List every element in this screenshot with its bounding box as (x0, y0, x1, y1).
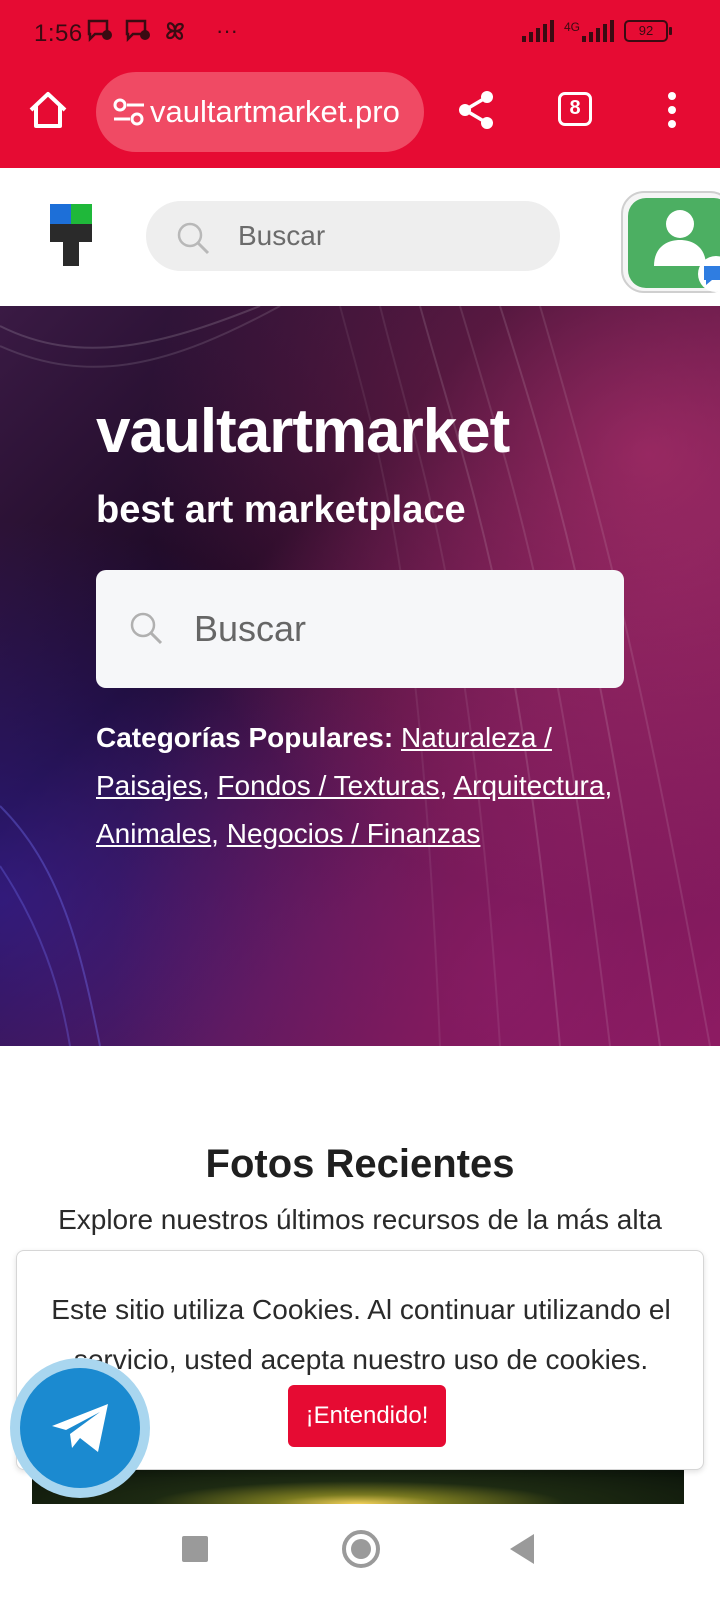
system-navigation-bar (0, 1504, 720, 1600)
back-button[interactable] (510, 1534, 534, 1564)
accept-cookies-button[interactable]: ¡Entendido! (287, 1385, 447, 1447)
status-overflow: ··· (216, 18, 238, 43)
tune-icon[interactable] (112, 96, 146, 128)
telegram-button[interactable] (10, 1358, 150, 1498)
contacts-app-icon[interactable] (620, 186, 720, 294)
search-icon (177, 222, 210, 255)
category-link-architecture[interactable]: Arquitectura (453, 770, 604, 801)
more-vertical-icon[interactable] (660, 90, 684, 130)
message-notification-icon (125, 19, 150, 43)
cookie-text: Este sitio utiliza Cookies. Al continuar… (51, 1294, 671, 1375)
header-search-input[interactable] (238, 215, 538, 257)
browser-toolbar: vaultartmarket.pro 8 (0, 70, 720, 152)
network-type: 4G (563, 20, 580, 34)
hero-search[interactable] (96, 570, 624, 688)
home-button[interactable] (342, 1530, 380, 1568)
status-right: 4G 92 (521, 20, 672, 42)
url-text: vaultartmarket.pro (150, 94, 400, 129)
hero-section: vaultartmarket best art marketplace Cate… (0, 306, 720, 1046)
category-link-animals[interactable]: Animales (96, 818, 211, 849)
status-time: 1:56 (34, 20, 83, 47)
battery-icon: 92 (624, 20, 672, 42)
tabs-icon[interactable]: 8 (558, 92, 592, 126)
telegram-circle (20, 1368, 140, 1488)
hero-search-input[interactable] (194, 606, 594, 652)
message-notification-icon (87, 19, 112, 43)
categories-label: Categorías Populares: (96, 722, 394, 753)
recents-button[interactable] (182, 1536, 208, 1562)
status-bar: 1:56 ··· 4G 92 (0, 0, 720, 70)
hero-title: vaultartmarket (96, 397, 510, 466)
share-icon[interactable] (454, 88, 498, 132)
search-icon (130, 612, 163, 645)
notification-icons: ··· (86, 18, 238, 44)
category-link-business[interactable]: Negocios / Finanzas (227, 818, 481, 849)
home-icon[interactable] (26, 88, 70, 132)
site-logo[interactable] (50, 204, 92, 266)
hero-subtitle: best art marketplace (96, 489, 466, 531)
recent-photos-description: Explore nuestros últimos recursos de la … (58, 1204, 662, 1235)
hero-content: vaultartmarket best art marketplace Cate… (96, 396, 636, 858)
recent-photos-title: Fotos Recientes (205, 1142, 515, 1186)
popular-categories: Categorías Populares: Naturaleza / Paisa… (96, 722, 613, 849)
header-search[interactable] (146, 201, 560, 271)
telegram-icon (52, 1404, 108, 1452)
browser-chrome: 1:56 ··· 4G 92 vaultartmarket.pro 8 (0, 0, 720, 168)
address-bar[interactable]: vaultartmarket.pro (96, 72, 424, 152)
category-link-backgrounds[interactable]: Fondos / Texturas (217, 770, 439, 801)
site-header (0, 168, 720, 306)
pinwheel-icon (166, 22, 184, 40)
signal-icon (521, 20, 554, 42)
signal-icon (582, 20, 614, 42)
